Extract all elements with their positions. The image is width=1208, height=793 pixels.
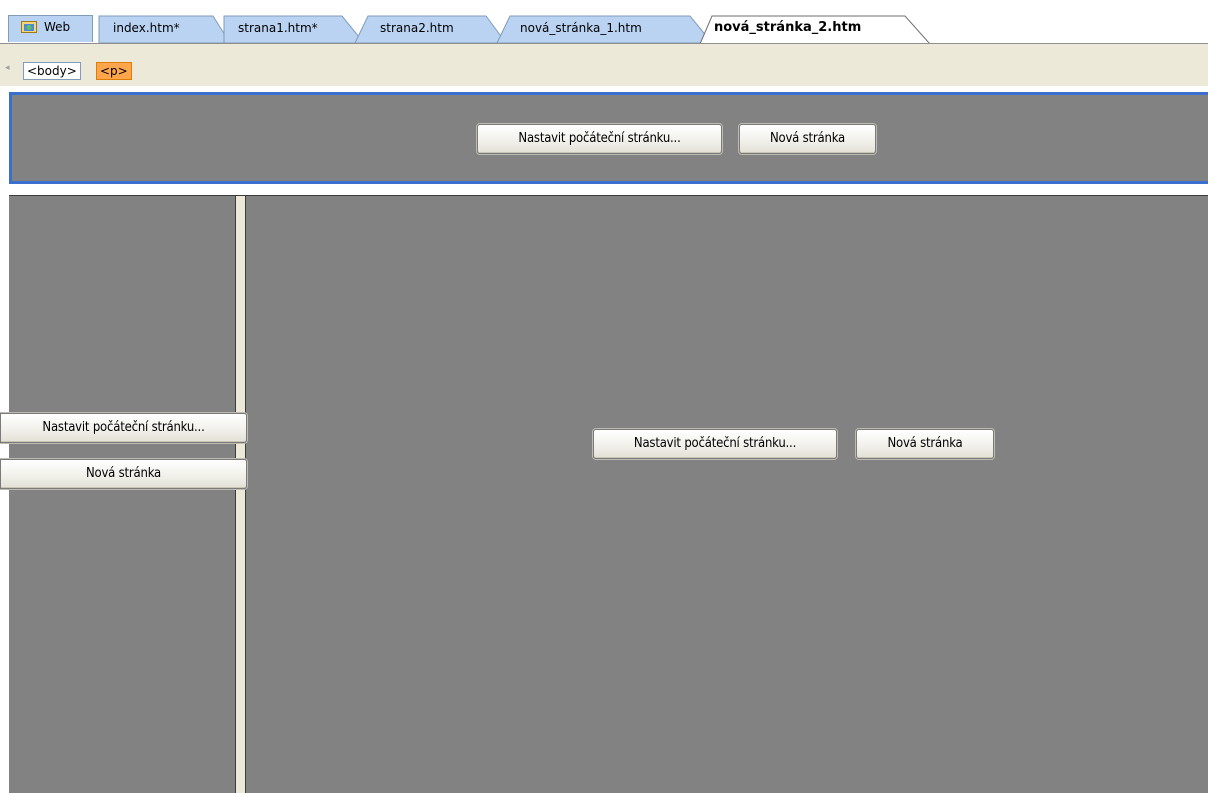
set-start-page-button[interactable]: Nastavit počáteční stránku...: [593, 429, 837, 459]
tab-nova-stranka-2[interactable]: nová_stránka_2.htm: [714, 20, 861, 35]
set-start-page-button[interactable]: Nastavit počáteční stránku...: [0, 413, 247, 443]
new-page-button[interactable]: Nová stránka: [739, 124, 876, 154]
frame-splitter[interactable]: [235, 196, 246, 793]
design-canvas: Nastavit počáteční stránku... Nová strán…: [0, 86, 1208, 793]
scroll-left-icon[interactable]: ◂: [5, 63, 13, 73]
tag-p[interactable]: <p>: [96, 62, 132, 80]
tab-nova-stranka-1[interactable]: nová_stránka_1.htm: [520, 21, 642, 35]
new-page-button[interactable]: Nová stránka: [856, 429, 994, 459]
tab-strana1[interactable]: strana1.htm*: [238, 21, 318, 35]
frame-top[interactable]: Nastavit počáteční stránku... Nová strán…: [9, 92, 1208, 184]
set-start-page-button[interactable]: Nastavit počáteční stránku...: [477, 124, 722, 154]
tab-strana2[interactable]: strana2.htm: [380, 21, 454, 35]
tab-index[interactable]: index.htm*: [113, 21, 180, 35]
quick-tag-selector: ◂ <body> <p>: [0, 44, 1208, 87]
document-tab-strip: Web index.htm* strana1.htm* strana2.htm …: [0, 0, 1208, 44]
frame-left[interactable]: [9, 196, 235, 793]
frame-main[interactable]: Nastavit počáteční stránku... Nová strán…: [246, 196, 1208, 793]
new-page-button[interactable]: Nová stránka: [0, 459, 247, 489]
tag-body[interactable]: <body>: [23, 62, 81, 80]
